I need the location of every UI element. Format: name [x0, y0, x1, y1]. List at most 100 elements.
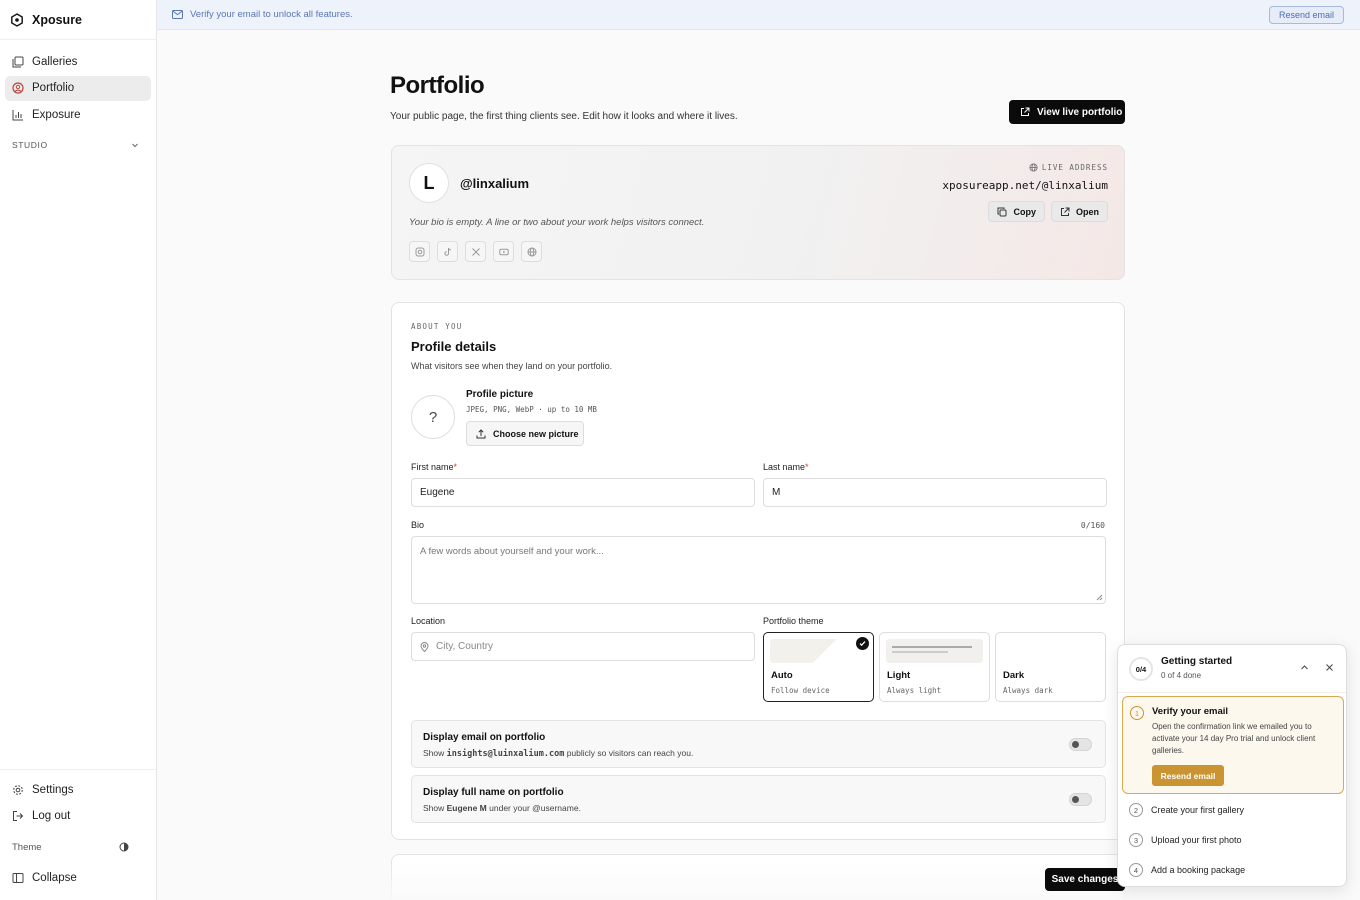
page-title: Portfolio: [390, 72, 485, 99]
logout-icon: [12, 810, 24, 822]
instagram-icon[interactable]: [409, 241, 430, 262]
app-name: Xposure: [32, 12, 83, 27]
verify-email-banner: Verify your email to unlock all features…: [157, 0, 1360, 30]
button-label: Copy: [1013, 206, 1036, 217]
youtube-icon[interactable]: [493, 241, 514, 262]
theme-label: Theme: [12, 841, 42, 853]
live-address-label: LIVE ADDRESS: [1029, 163, 1108, 172]
sidebar-item-logout[interactable]: Log out: [5, 804, 151, 829]
step-description: Open the confirmation link we emailed yo…: [1152, 722, 1316, 755]
close-icon[interactable]: [1325, 663, 1334, 672]
sidebar-item-exposure[interactable]: Exposure: [5, 102, 151, 127]
required-mark: *: [805, 462, 809, 472]
button-label: View live portfolio: [1037, 106, 1123, 118]
bio-textarea[interactable]: A few words about yourself and your work…: [411, 536, 1106, 604]
chevron-down-icon: [131, 141, 139, 149]
sidebar-item-label: Galleries: [32, 55, 78, 68]
display-full-name-toggle[interactable]: [1069, 793, 1092, 806]
chevron-up-icon[interactable]: [1300, 663, 1309, 672]
live-address-actions: Copy Open: [988, 201, 1108, 222]
theme-option-light[interactable]: Light Always light: [879, 632, 990, 702]
bio-placeholder: A few words about yourself and your work…: [420, 546, 604, 557]
theme-option-auto[interactable]: Auto Follow device: [763, 632, 874, 702]
sidebar-collapse-icon: [12, 872, 24, 884]
location-placeholder: City, Country: [436, 641, 494, 652]
theme-switcher[interactable]: Theme: [5, 835, 151, 860]
setting-description: Show Eugene M under your @username.: [423, 803, 581, 813]
sidebar-item-portfolio[interactable]: Portfolio: [5, 75, 151, 101]
theme-name: Auto: [771, 670, 793, 681]
sidebar-item-settings[interactable]: Settings: [5, 777, 151, 802]
section-title: Profile details: [411, 339, 497, 354]
contrast-icon[interactable]: [119, 842, 129, 852]
resize-handle-icon[interactable]: [1095, 593, 1103, 601]
section-description: What visitors see when they land on your…: [411, 361, 613, 371]
globe-icon[interactable]: [521, 241, 542, 262]
last-name-input[interactable]: M: [763, 478, 1107, 507]
step-upload-photo[interactable]: 3 Upload your first photo: [1129, 833, 1242, 847]
x-icon[interactable]: [465, 241, 486, 262]
step-number: 3: [1129, 833, 1143, 847]
banner-resend-button[interactable]: Resend email: [1268, 6, 1344, 24]
display-email-setting: Display email on portfolio Show insights…: [411, 720, 1106, 768]
last-name-label: Last name*: [763, 462, 809, 472]
external-link-icon: [1020, 107, 1030, 117]
globe-icon: [1029, 163, 1038, 172]
step-number: 2: [1129, 803, 1143, 817]
theme-sub: Follow device: [771, 686, 830, 695]
map-pin-icon: [420, 641, 429, 652]
getting-started-panel: 0/4 Getting started 0 of 4 done 1 Verify…: [1117, 644, 1347, 887]
step-create-gallery[interactable]: 2 Create your first gallery: [1129, 803, 1244, 817]
step-resend-email-button[interactable]: Resend email: [1152, 765, 1224, 786]
step-title: Verify your email: [1152, 706, 1229, 717]
section-studio-toggle[interactable]: STUDIO: [0, 140, 156, 150]
tiktok-icon[interactable]: [437, 241, 458, 262]
sidebar-item-galleries[interactable]: Galleries: [5, 49, 151, 74]
theme-name: Dark: [1003, 670, 1025, 681]
progress-ring: 0/4: [1129, 657, 1153, 681]
bio-empty-text: Your bio is empty. A line or two about y…: [409, 217, 705, 228]
external-link-icon: [1060, 207, 1070, 217]
first-name-input[interactable]: Eugene: [411, 478, 755, 507]
location-input[interactable]: City, Country: [411, 632, 755, 661]
sidebar-item-label: Settings: [32, 783, 74, 796]
gear-icon: [12, 784, 24, 796]
copy-button[interactable]: Copy: [988, 201, 1045, 222]
sidebar-nav: Galleries Portfolio Exposure: [0, 40, 156, 127]
setting-title: Display full name on portfolio: [423, 787, 564, 798]
step-label: Create your first gallery: [1151, 805, 1245, 815]
button-label: Choose new picture: [493, 428, 579, 439]
text-part: Show: [423, 748, 447, 758]
galleries-icon: [12, 56, 24, 68]
portfolio-preview-card: L @linxalium Your bio is empty. A line o…: [391, 145, 1125, 280]
theme-sub: Always dark: [1003, 686, 1053, 695]
open-button[interactable]: Open: [1050, 201, 1108, 222]
copy-icon: [997, 207, 1007, 217]
profile-details-card: ABOUT YOU Profile details What visitors …: [391, 302, 1125, 840]
choose-picture-button[interactable]: Choose new picture: [466, 421, 584, 446]
save-changes-button[interactable]: Save changes: [1045, 868, 1125, 891]
input-value: M: [772, 487, 781, 498]
step-label: Upload your first photo: [1151, 835, 1242, 845]
brand[interactable]: Xposure: [0, 0, 156, 40]
theme-sub: Always light: [887, 686, 942, 695]
theme-option-dark[interactable]: Dark Always dark: [995, 632, 1106, 702]
panel-title: Getting started: [1161, 656, 1233, 667]
step-number: 1: [1130, 706, 1144, 720]
profile-picture-placeholder[interactable]: ?: [411, 395, 455, 439]
sidebar-item-label: Exposure: [32, 108, 81, 121]
label-text: First name: [411, 462, 454, 472]
text-part: publicly so visitors can reach you.: [564, 748, 694, 758]
live-address-text: LIVE ADDRESS: [1041, 163, 1108, 172]
display-full-name-setting: Display full name on portfolio Show Euge…: [411, 775, 1106, 823]
panel-subtitle: 0 of 4 done: [1161, 671, 1202, 680]
display-email-toggle[interactable]: [1069, 738, 1092, 751]
sidebar-item-collapse[interactable]: Collapse: [5, 866, 151, 891]
section-eyebrow: ABOUT YOU: [411, 322, 463, 331]
portfolio-theme-label: Portfolio theme: [763, 616, 824, 626]
profile-picture-label: Profile picture: [466, 389, 534, 400]
view-live-portfolio-button[interactable]: View live portfolio: [1009, 100, 1125, 124]
check-icon: [856, 637, 869, 650]
username-handle: @linxalium: [460, 176, 530, 191]
step-booking-package[interactable]: 4 Add a booking package: [1129, 863, 1245, 877]
